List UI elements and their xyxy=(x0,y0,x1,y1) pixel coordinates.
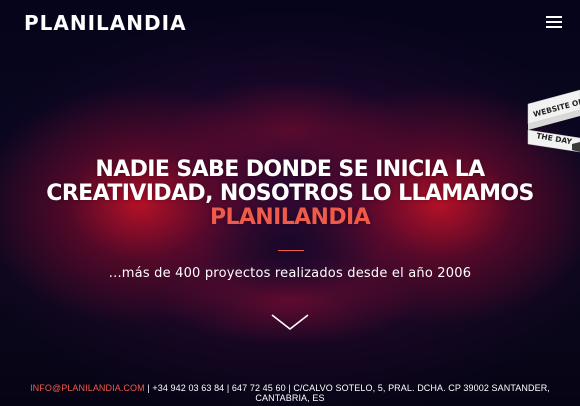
contact-details: | +34 942 03 63 84 | 647 72 45 60 | C/CA… xyxy=(144,383,550,403)
menu-bar xyxy=(546,21,562,23)
headline-line-2: CREATIVIDAD, NOSOTROS LO LLAMAMOS xyxy=(46,181,534,206)
contact-footer: INFO@PLANILANDIA.COM | +34 942 03 63 84 … xyxy=(30,383,550,403)
menu-bar xyxy=(546,26,562,28)
email-link[interactable]: INFO@PLANILANDIA.COM xyxy=(30,383,145,393)
headline-accent: PLANILANDIA xyxy=(209,205,371,230)
website-of-the-day-badge[interactable]: WEBSITE OF THE DAY xyxy=(520,86,580,156)
hero-headline: NADIE SABE DONDE SE INICIA LA CREATIVIDA… xyxy=(40,158,540,230)
hamburger-menu-icon[interactable] xyxy=(546,15,562,29)
headline-line-1: NADIE SABE DONDE SE INICIA LA xyxy=(95,157,485,182)
site-logo[interactable]: PLANILANDIA xyxy=(24,11,187,35)
accent-divider xyxy=(278,250,304,251)
site-header: PLANILANDIA xyxy=(0,0,580,46)
award-ribbon-icon: WEBSITE OF THE DAY xyxy=(527,89,580,153)
menu-bar xyxy=(546,16,562,18)
hero-subtitle: ...más de 400 proyectos realizados desde… xyxy=(108,266,472,281)
chevron-down-icon[interactable] xyxy=(270,312,310,332)
